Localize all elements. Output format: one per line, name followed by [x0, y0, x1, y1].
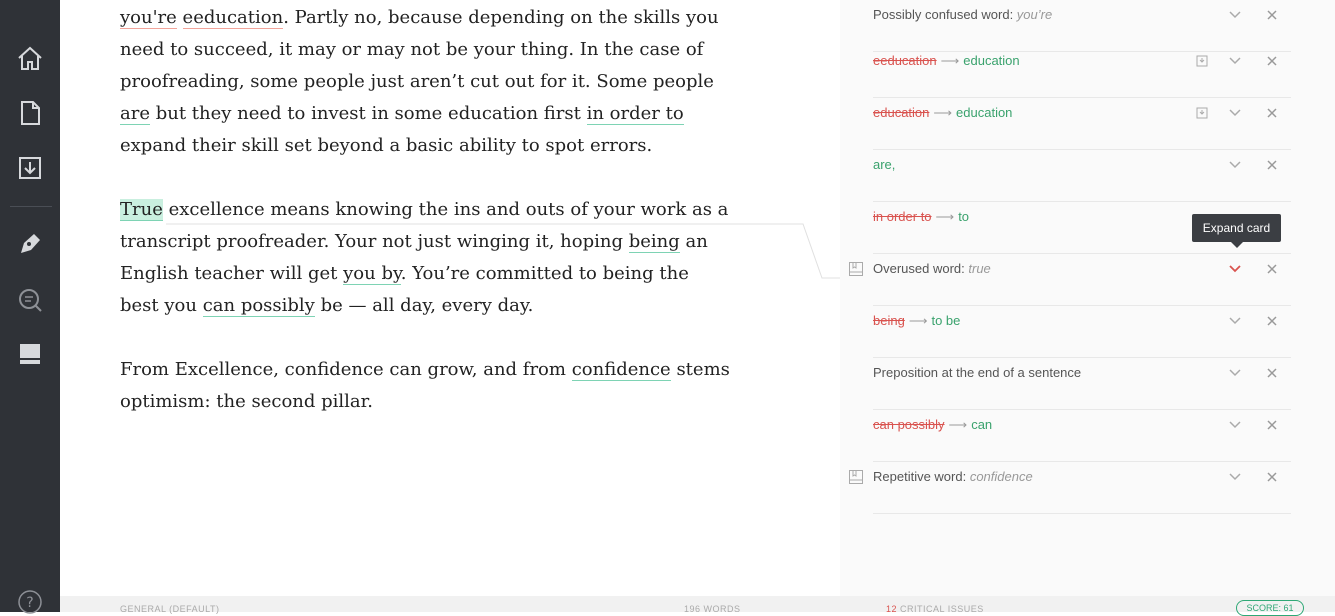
close-icon[interactable] — [1265, 470, 1279, 484]
issue-being[interactable]: being — [628, 231, 680, 253]
issue-in-order-to[interactable]: in order to — [586, 103, 684, 125]
issue-true[interactable]: True — [120, 199, 163, 221]
close-icon[interactable] — [1265, 366, 1279, 380]
issue-you-by[interactable]: you by — [343, 263, 401, 285]
home-icon[interactable] — [16, 44, 44, 72]
card-preposition[interactable]: Preposition at the end of a sentence — [873, 358, 1291, 410]
close-icon[interactable] — [1265, 158, 1279, 172]
chevron-down-icon[interactable] — [1229, 472, 1241, 482]
editor-text[interactable]: you're eeducation. Partly no, because de… — [120, 0, 730, 450]
card-eeducation-2[interactable]: education ⟶ education — [873, 98, 1291, 150]
editor: you're eeducation. Partly no, because de… — [60, 0, 840, 596]
chevron-down-icon[interactable] — [1229, 316, 1241, 326]
sidebar: ? — [0, 0, 60, 614]
book-icon[interactable] — [16, 340, 44, 368]
close-icon[interactable] — [1265, 8, 1279, 22]
search-icon[interactable] — [16, 286, 44, 314]
document-icon[interactable] — [16, 99, 44, 127]
card-being[interactable]: being ⟶ to be — [873, 306, 1291, 358]
card-eeducation-1[interactable]: eeducation ⟶ education — [873, 46, 1291, 98]
close-icon[interactable] — [1265, 314, 1279, 328]
chevron-down-icon[interactable] — [1229, 108, 1241, 118]
paragraph-1: you're eeducation. Partly no, because de… — [120, 7, 719, 156]
paragraph-3: From Excellence, confidence can grow, an… — [120, 359, 730, 412]
paragraph-2: True excellence means knowing the ins an… — [120, 199, 729, 317]
card-repetitive-word[interactable]: Repetitive word: confidence — [849, 462, 1291, 514]
card-overused-word[interactable]: Overused word: true — [849, 254, 1291, 306]
issue-can-possibly[interactable]: can possibly — [202, 295, 315, 317]
card-possibly-confused-word[interactable]: Possibly confused word: you’re — [873, 0, 1291, 52]
chevron-down-icon[interactable] — [1229, 420, 1241, 430]
expand-card-tooltip: Expand card — [1192, 214, 1281, 248]
svg-text:?: ? — [26, 595, 33, 611]
chevron-down-icon[interactable] — [1229, 368, 1241, 378]
pen-icon[interactable] — [16, 230, 44, 258]
add-to-dictionary-icon[interactable] — [1195, 106, 1209, 120]
card-can-possibly[interactable]: can possibly ⟶ can — [873, 410, 1291, 462]
chevron-down-icon[interactable] — [1229, 160, 1241, 170]
close-icon[interactable] — [1265, 262, 1279, 276]
add-to-dictionary-icon[interactable] — [1195, 54, 1209, 68]
card-are-comma[interactable]: are, — [873, 150, 1291, 202]
word-count: 196 WORDS — [684, 604, 741, 614]
score-badge[interactable]: SCORE: 61 — [1236, 600, 1304, 616]
book-icon — [849, 470, 863, 484]
issue-youre[interactable]: you're — [120, 7, 177, 29]
critical-issues[interactable]: 12 CRITICAL ISSUES — [886, 604, 984, 614]
sidebar-divider — [10, 206, 52, 207]
issue-are[interactable]: are — [120, 103, 150, 125]
close-icon[interactable] — [1265, 418, 1279, 432]
issue-eeducation[interactable]: eeducation — [182, 7, 284, 29]
suggestions-panel: Possibly confused word: you’re eeducatio… — [840, 0, 1335, 596]
document-type[interactable]: GENERAL (DEFAULT) — [120, 604, 220, 614]
download-icon[interactable] — [16, 154, 44, 182]
expand-card-chevron-icon[interactable] — [1229, 264, 1241, 274]
issue-confidence[interactable]: confidence — [571, 359, 671, 381]
chevron-down-icon[interactable] — [1229, 10, 1241, 20]
close-icon[interactable] — [1265, 106, 1279, 120]
status-bar: GENERAL (DEFAULT) 196 WORDS 12 CRITICAL … — [60, 596, 1335, 616]
close-icon[interactable] — [1265, 54, 1279, 68]
chevron-down-icon[interactable] — [1229, 56, 1241, 66]
book-icon — [849, 262, 863, 276]
